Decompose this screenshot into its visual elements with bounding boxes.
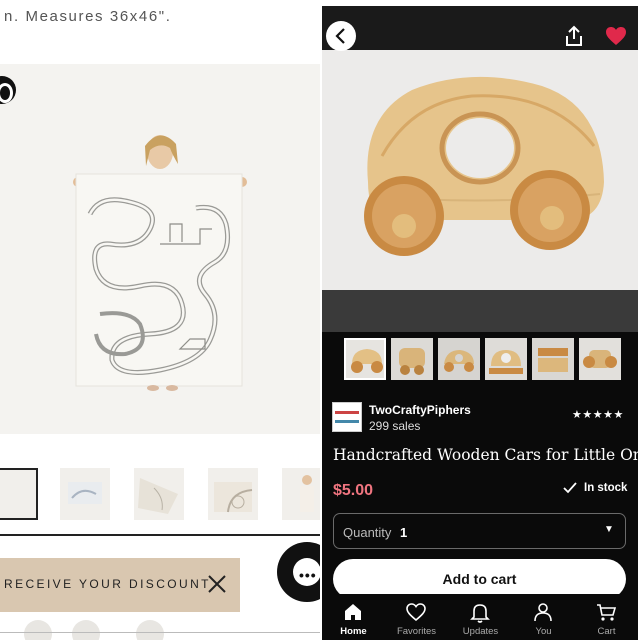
product-hero-image[interactable] xyxy=(0,64,320,434)
tab-updates-label: Updates xyxy=(462,626,499,637)
quantity-select[interactable]: Quantity 1 ▼ xyxy=(333,513,626,549)
tab-cart[interactable]: Cart xyxy=(575,594,638,640)
thumbnail-model-standing[interactable] xyxy=(282,468,320,520)
shop-sales-count: 299 sales xyxy=(369,419,421,433)
shop-logo[interactable] xyxy=(332,402,362,432)
tab-home-label: Home xyxy=(340,626,367,637)
add-to-cart-button[interactable]: Add to cart xyxy=(333,559,626,599)
tab-cart-label: Cart xyxy=(597,626,616,637)
back-button[interactable] xyxy=(326,21,356,51)
tab-favorites[interactable]: Favorites xyxy=(385,594,448,640)
product-description-text: n. Measures 36x46". xyxy=(4,8,172,25)
person-icon xyxy=(534,603,552,622)
tab-favorites-label: Favorites xyxy=(396,626,437,637)
thumbnail-playmat-closeup[interactable] xyxy=(60,468,110,520)
discount-banner-label: RECEIVE YOUR DISCOUNT xyxy=(4,577,211,591)
thumbnail-car-side[interactable] xyxy=(391,338,433,380)
discount-banner[interactable]: RECEIVE YOUR DISCOUNT xyxy=(0,558,240,612)
quantity-value: 1 xyxy=(400,525,408,540)
listing-price: $5.00 xyxy=(333,482,374,499)
favorite-heart-icon[interactable] xyxy=(604,24,628,48)
swatch-row xyxy=(0,620,320,640)
tab-home[interactable]: Home xyxy=(322,594,385,640)
close-icon[interactable] xyxy=(205,572,229,596)
shop-name-link[interactable]: TwoCraftyPiphers xyxy=(369,403,471,417)
checkmark-icon xyxy=(563,482,577,494)
bottom-tab-bar: Home Favorites Updates You Cart xyxy=(322,594,638,640)
thumbnail-car-angle[interactable] xyxy=(438,338,480,380)
chat-button[interactable]: ••• xyxy=(277,542,320,602)
section-divider xyxy=(0,534,320,536)
playmat-photo xyxy=(0,64,320,434)
etsy-listing-page: TwoCraftyPiphers 299 sales ★★★★★ Handcra… xyxy=(322,6,638,640)
thumbnail-car-wheels[interactable] xyxy=(579,338,621,380)
wooden-car-photo xyxy=(322,6,638,332)
share-icon[interactable] xyxy=(562,24,586,48)
chevron-left-icon xyxy=(335,28,345,44)
tab-updates[interactable]: Updates xyxy=(449,594,512,640)
bell-icon xyxy=(470,604,490,623)
listing-title: Handcrafted Wooden Cars for Little On... xyxy=(333,446,638,464)
thumbnail-folded-mat[interactable] xyxy=(208,468,258,520)
caret-down-icon: ▼ xyxy=(604,524,614,535)
thumbnail-car-front[interactable] xyxy=(344,338,386,380)
quantity-label: Quantity xyxy=(343,525,392,540)
thumbnail-car-bottom[interactable] xyxy=(532,338,574,380)
cart-icon xyxy=(597,604,617,621)
thumbnail-playmat-person[interactable] xyxy=(0,468,38,520)
thumbnail-fabric-detail[interactable] xyxy=(134,468,184,520)
heart-outline-icon xyxy=(406,603,426,622)
thumbnail-car-top[interactable] xyxy=(485,338,527,380)
chat-dots-icon: ••• xyxy=(299,567,317,583)
add-to-cart-label: Add to cart xyxy=(442,571,517,587)
left-product-page: n. Measures 36x46". RECEIVE YOUR DISCOUN… xyxy=(0,0,320,640)
tab-you[interactable]: You xyxy=(512,594,575,640)
home-icon xyxy=(345,604,361,620)
stock-status: In stock xyxy=(584,482,628,494)
rating-stars[interactable]: ★★★★★ xyxy=(572,408,624,421)
tab-you-label: You xyxy=(535,626,552,637)
listing-thumbnail-strip xyxy=(322,336,638,386)
left-thumbnail-strip xyxy=(0,468,320,524)
listing-main-photo[interactable] xyxy=(322,6,638,332)
